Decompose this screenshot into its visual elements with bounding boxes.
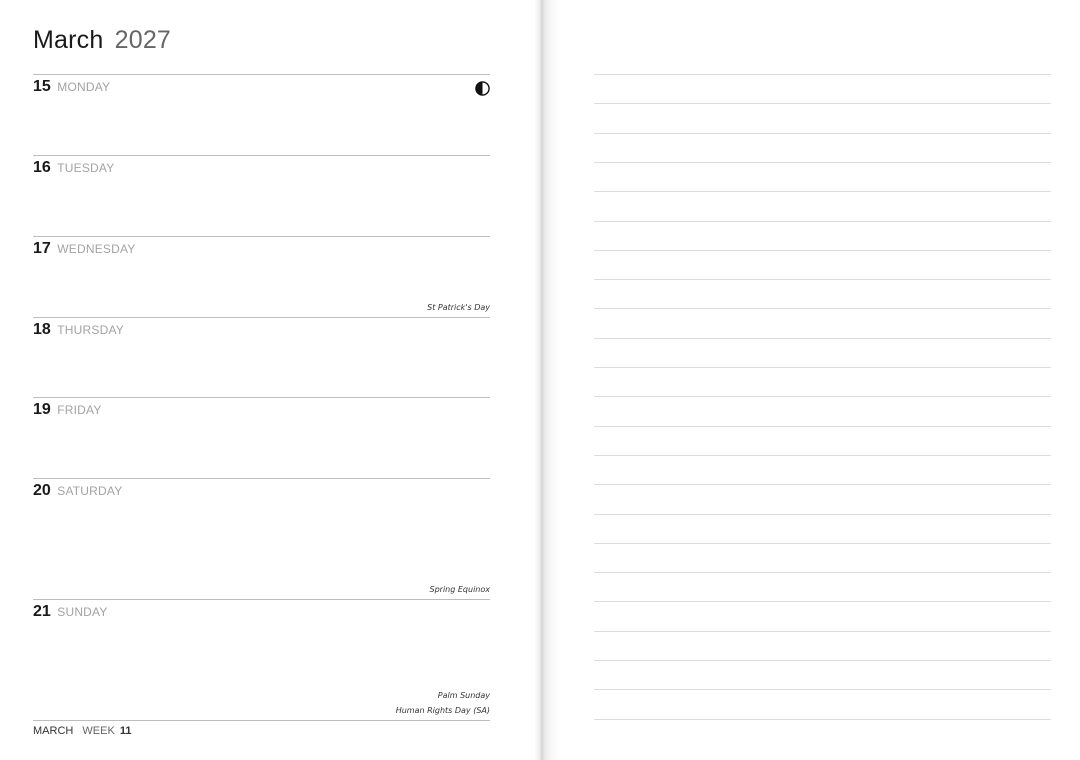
- day-name: WEDNESDAY: [57, 242, 136, 256]
- ruled-line: [594, 250, 1051, 251]
- day-name: MONDAY: [57, 80, 111, 94]
- day-heading: 17 WEDNESDAY: [33, 240, 136, 258]
- ruled-line: [594, 191, 1051, 192]
- day-block-monday[interactable]: 15 MONDAY: [33, 74, 490, 156]
- holiday-note: St Patrick's Day: [427, 303, 490, 312]
- title-year: 2027: [114, 26, 172, 54]
- day-notes: Spring Equinox: [430, 582, 490, 597]
- ruled-line: [594, 514, 1051, 515]
- ruled-line: [594, 162, 1051, 163]
- day-block-wednesday[interactable]: 17 WEDNESDAY St Patrick's Day: [33, 236, 490, 318]
- day-name: TUESDAY: [57, 161, 115, 175]
- day-block-tuesday[interactable]: 16 TUESDAY: [33, 155, 490, 237]
- ruled-line: [594, 221, 1051, 222]
- ruled-line: [594, 74, 1051, 75]
- day-heading: 19 FRIDAY: [33, 401, 102, 419]
- day-heading: 20 SATURDAY: [33, 482, 122, 500]
- day-heading: 18 THURSDAY: [33, 321, 124, 339]
- holiday-note: Human Rights Day (SA): [395, 706, 490, 715]
- day-heading: 16 TUESDAY: [33, 159, 114, 177]
- ruled-line: [594, 308, 1051, 309]
- ruled-line: [594, 689, 1051, 690]
- day-name: SUNDAY: [57, 605, 108, 619]
- day-name: SATURDAY: [57, 484, 123, 498]
- ruled-line: [594, 455, 1051, 456]
- ruled-line: [594, 660, 1051, 661]
- day-block-friday[interactable]: 19 FRIDAY: [33, 397, 490, 479]
- weekly-page: March 2027 15 MONDAY 16 TUESDAY 17 WEDNE…: [0, 0, 541, 760]
- day-number: 19: [33, 401, 51, 418]
- day-block-sunday[interactable]: 21 SUNDAY Palm Sunday Human Rights Day (…: [33, 599, 490, 721]
- day-block-thursday[interactable]: 18 THURSDAY: [33, 317, 490, 398]
- ruled-line: [594, 543, 1051, 544]
- planner-spread: March 2027 15 MONDAY 16 TUESDAY 17 WEDNE…: [0, 0, 1080, 760]
- day-name: FRIDAY: [57, 403, 102, 417]
- day-heading: 15 MONDAY: [33, 78, 110, 96]
- holiday-note: Palm Sunday: [437, 691, 490, 700]
- day-notes: Palm Sunday Human Rights Day (SA): [396, 688, 490, 718]
- page-footer: MARCH WEEK 11: [33, 720, 490, 737]
- title-month: March: [33, 26, 104, 54]
- ruled-line: [594, 103, 1051, 104]
- ruled-line: [594, 279, 1051, 280]
- day-number: 18: [33, 321, 51, 338]
- ruled-line: [594, 631, 1051, 632]
- day-notes: St Patrick's Day: [427, 300, 490, 315]
- footer-month: MARCH: [33, 725, 74, 737]
- day-heading: 21 SUNDAY: [33, 603, 108, 621]
- day-number: 16: [33, 159, 51, 176]
- ruled-line: [594, 367, 1051, 368]
- ruled-line: [594, 719, 1051, 720]
- day-number: 20: [33, 482, 51, 499]
- day-number: 17: [33, 240, 51, 257]
- day-number: 15: [33, 78, 51, 95]
- footer-week-number: 11: [119, 725, 132, 737]
- ruled-line: [594, 338, 1051, 339]
- day-name: THURSDAY: [57, 323, 124, 337]
- holiday-note: Spring Equinox: [429, 585, 490, 594]
- day-number: 21: [33, 603, 51, 620]
- ruled-line: [594, 396, 1051, 397]
- ruled-line: [594, 484, 1051, 485]
- ruled-line: [594, 426, 1051, 427]
- first-quarter-moon-icon: [475, 81, 490, 96]
- ruled-line: [594, 133, 1051, 134]
- page-title: March 2027: [33, 26, 171, 55]
- ruled-line: [594, 601, 1051, 602]
- notes-page[interactable]: [556, 0, 1080, 760]
- ruled-line: [594, 572, 1051, 573]
- day-block-saturday[interactable]: 20 SATURDAY Spring Equinox: [33, 478, 490, 600]
- footer-week-label: WEEK: [82, 725, 115, 737]
